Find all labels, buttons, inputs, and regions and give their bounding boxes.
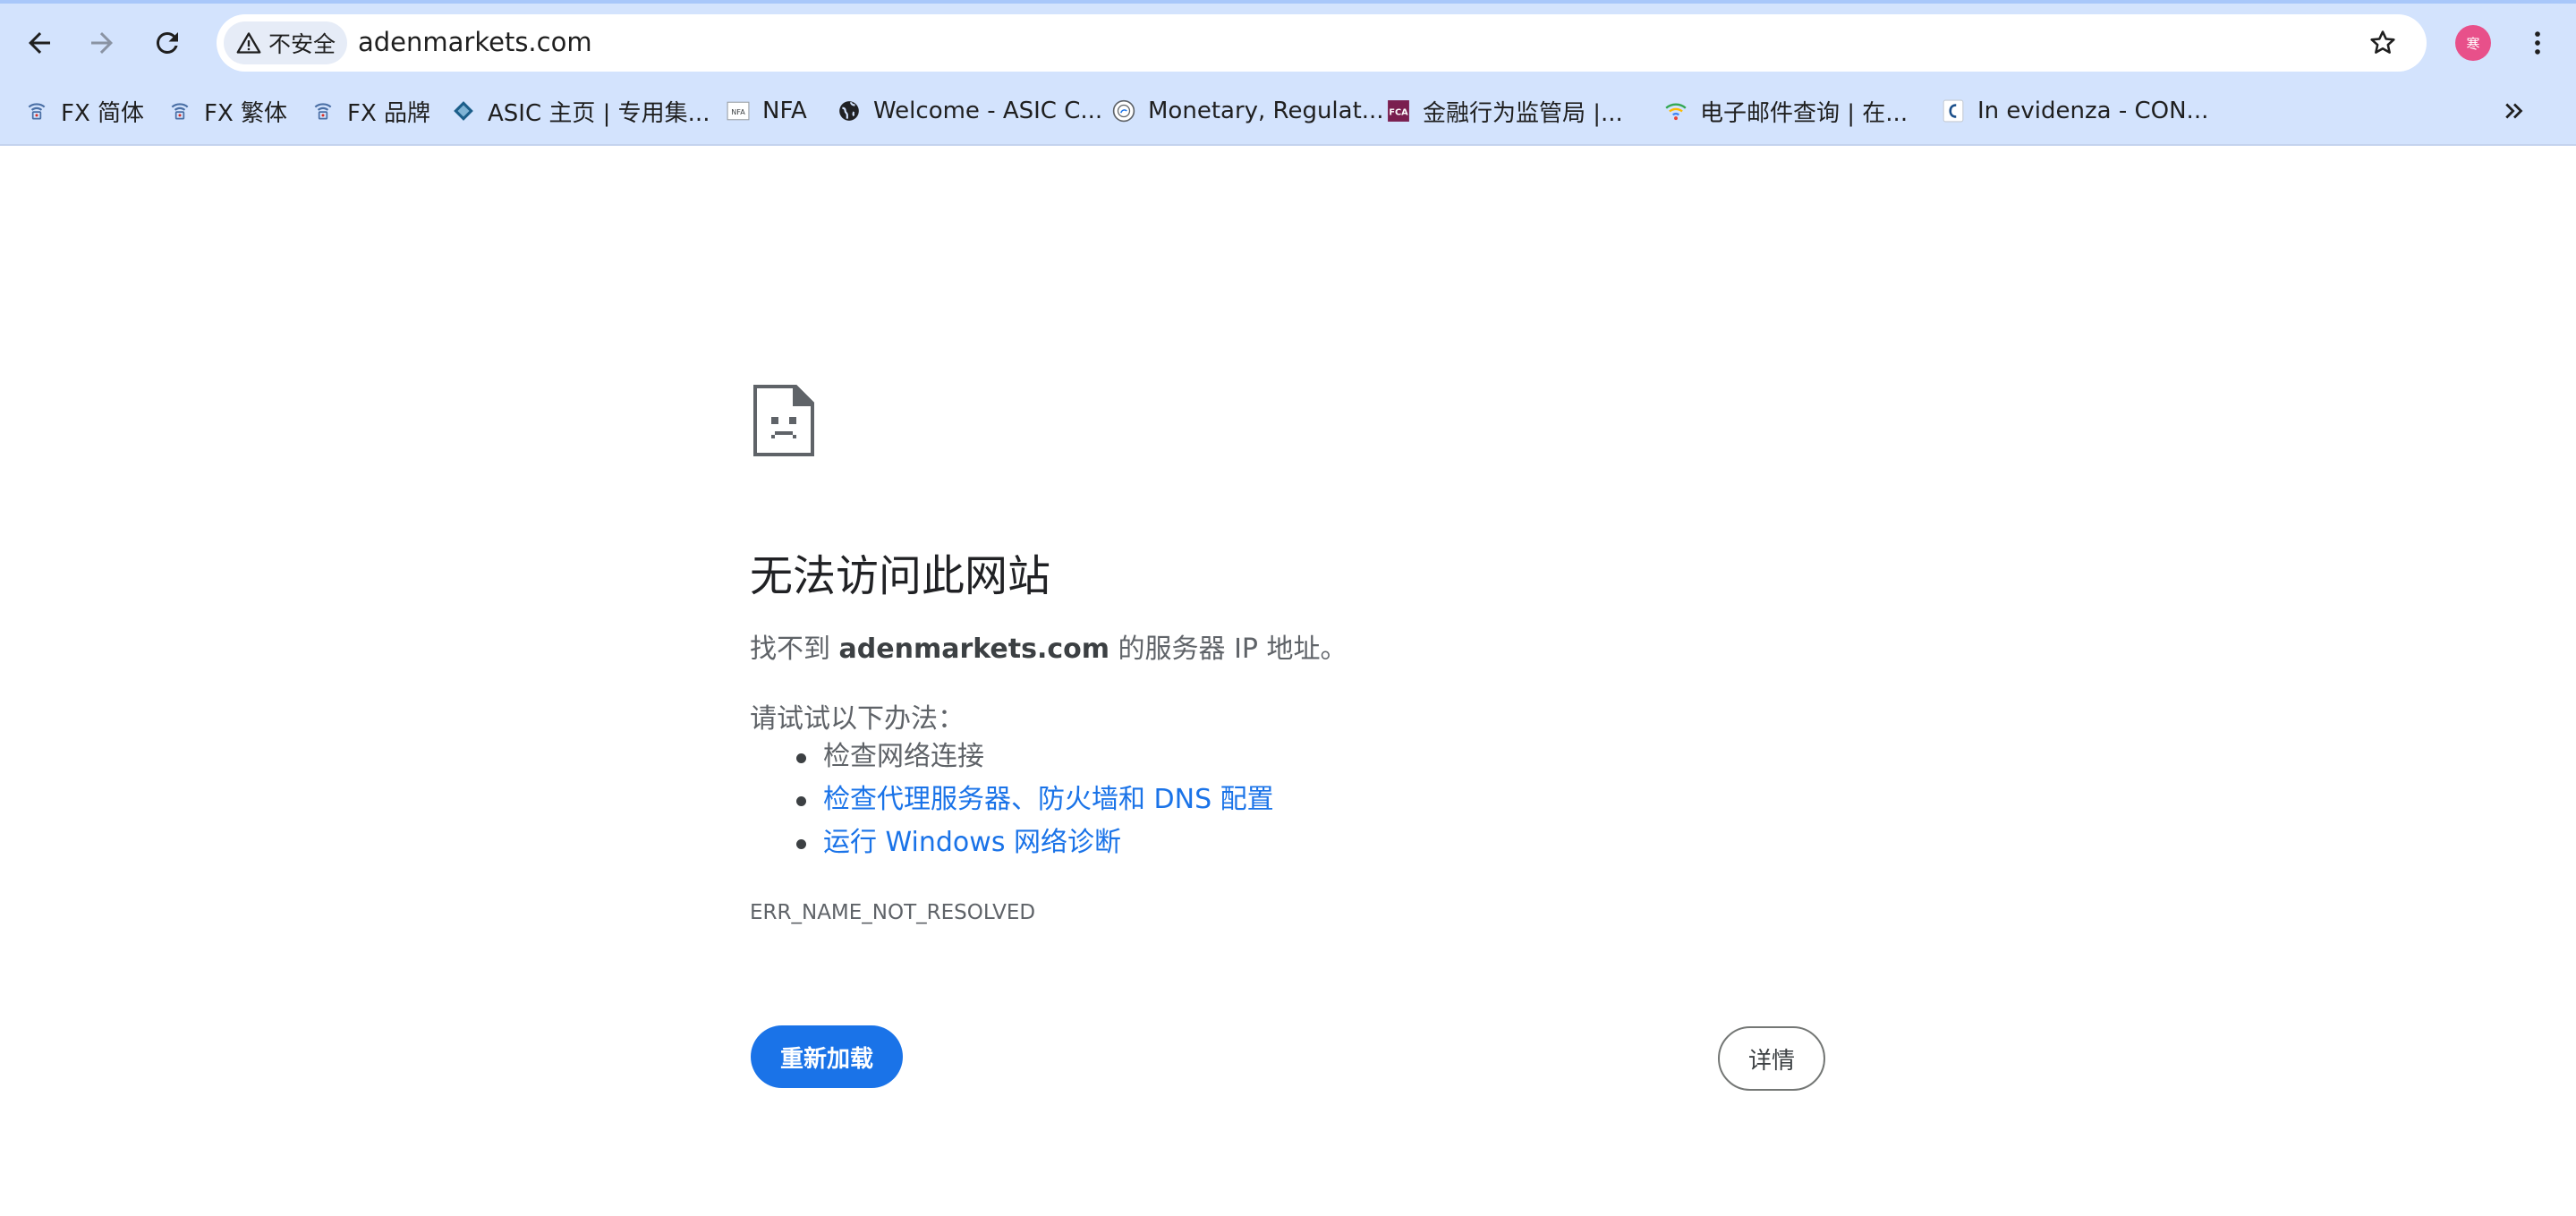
fx-logo-icon [311,99,335,123]
warning-triangle-icon [236,32,261,54]
bookmark-item[interactable]: ASIC 主页 | 专用集... [452,91,710,131]
url-text[interactable]: adenmarkets.com [358,27,592,57]
bookmark-label: ASIC 主页 | 专用集... [488,99,710,127]
error-description-prefix: 找不到 [750,634,839,665]
bookmark-label: NFA [762,98,807,124]
wifi-icon [1664,99,1688,123]
reload-icon [156,31,178,54]
svg-text:FCA: FCA [1389,107,1408,117]
address-bar[interactable]: 不安全 adenmarkets.com [217,14,2427,72]
error-description-suffix: 的服务器 IP 地址。 [1109,634,1348,665]
nfa-logo-icon: NFA [727,99,750,123]
browser-toolbar: 不安全 adenmarkets.com 寒 FX 简体 FX 繁体 FX 品牌 … [0,0,2576,146]
arrow-left-icon [29,32,50,54]
bookmark-item[interactable]: 电子邮件查询 | 在... [1664,91,1908,131]
error-domain: adenmarkets.com [838,634,1110,665]
arrow-right-icon [91,32,113,54]
suggestion-run-diagnostics-link[interactable]: 运行 Windows 网络诊断 [750,821,1274,864]
profile-avatar[interactable]: 寒 [2455,25,2491,61]
bookmark-label: Welcome - ASIC C... [873,98,1103,124]
bookmark-item[interactable]: Welcome - ASIC C... [837,91,1102,131]
bookmark-label: 金融行为监管局 |... [1423,99,1623,127]
bookmark-item[interactable]: NFA NFA [727,91,807,131]
seal-icon [1112,99,1135,123]
globe-icon [837,99,861,123]
suggestions-list: 检查网络连接 检查代理服务器、防火墙和 DNS 配置 运行 Windows 网络… [750,736,1274,864]
bookmark-label: Monetary, Regulat... [1148,98,1384,124]
reload-button[interactable] [144,20,191,66]
consob-logo-icon [1942,99,1965,123]
bookmark-star-button[interactable] [2359,20,2406,66]
fx-logo-icon [25,99,48,123]
browser-menu-button[interactable] [2516,20,2559,66]
suggestion-check-proxy-link[interactable]: 检查代理服务器、防火墙和 DNS 配置 [750,778,1274,821]
bookmark-label: FX 繁体 [204,99,288,127]
svg-text:NFA: NFA [731,107,745,116]
error-description: 找不到 adenmarkets.com 的服务器 IP 地址。 [750,626,1348,666]
suggestion-check-connection: 检查网络连接 [750,736,1274,778]
kebab-menu-icon [2535,31,2540,55]
details-button[interactable]: 详情 [1718,1026,1825,1091]
asic-diamond-icon [452,99,475,123]
reload-page-button[interactable]: 重新加载 [751,1025,903,1088]
bookmark-item[interactable]: FCA 金融行为监管局 |... [1387,91,1623,131]
sad-document-icon [753,385,814,456]
double-chevron-right-icon [2505,103,2523,119]
star-icon [2370,30,2395,54]
suggestions-heading: 请试试以下办法： [750,703,965,735]
security-indicator[interactable]: 不安全 [224,21,347,64]
forward-button[interactable] [79,20,125,66]
fca-logo-icon: FCA [1387,99,1410,123]
bookmark-item[interactable]: FX 简体 [25,91,144,131]
error-code: ERR_NAME_NOT_RESOLVED [750,901,1036,924]
bookmark-item[interactable]: In evidenza - CON... [1942,91,2208,131]
security-label: 不安全 [268,31,336,57]
bookmark-label: FX 品牌 [347,99,431,127]
bookmark-label: In evidenza - CON... [1977,98,2209,124]
error-title: 无法访问此网站 [750,551,1051,601]
more-bookmarks-button[interactable] [2495,88,2534,134]
back-button[interactable] [16,20,63,66]
bookmarks-bar: FX 简体 FX 繁体 FX 品牌 ASIC 主页 | 专用集... NFA N… [0,88,2576,134]
fx-logo-icon [168,99,191,123]
bookmark-item[interactable]: FX 品牌 [311,91,430,131]
bookmark-label: 电子邮件查询 | 在... [1700,99,1909,127]
bookmark-item[interactable]: Monetary, Regulat... [1112,91,1384,131]
tab-strip-edge [0,0,2576,4]
bookmark-label: FX 简体 [61,99,145,127]
bookmark-item[interactable]: FX 繁体 [168,91,287,131]
